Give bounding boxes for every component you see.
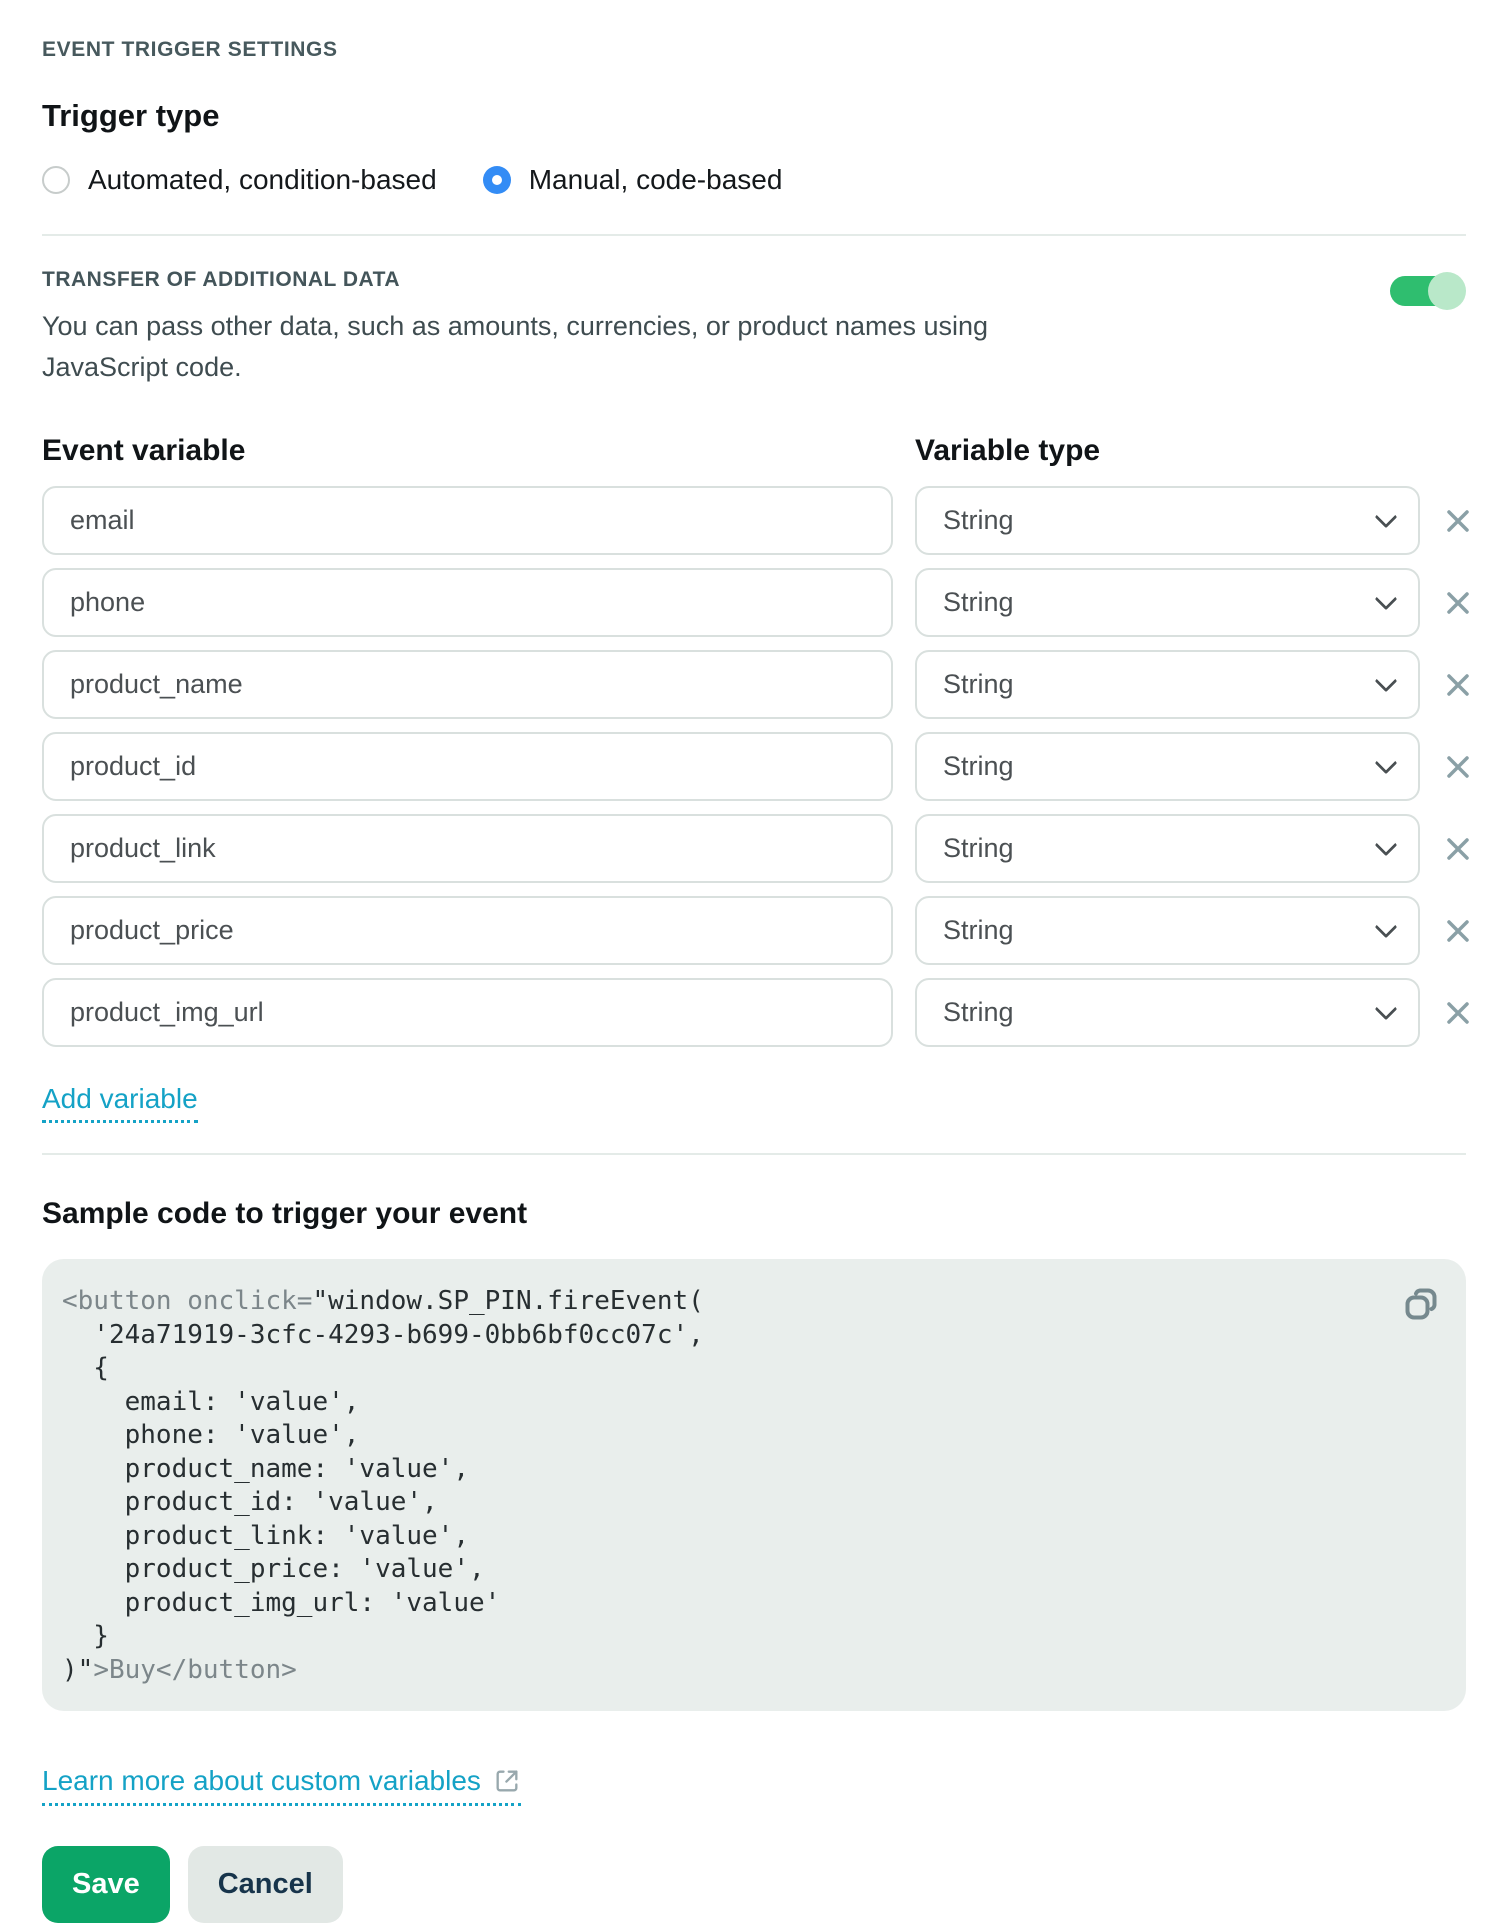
remove-variable-button[interactable] [1442,997,1474,1029]
variable-type-value: String [943,587,1014,618]
event-variable-header: Event variable [42,434,893,468]
variable-row: String [42,732,1466,801]
section-divider [42,234,1466,236]
variable-name-input[interactable] [42,896,893,965]
variable-row: String [42,650,1466,719]
copy-icon [1404,1287,1438,1321]
save-button[interactable]: Save [42,1846,170,1923]
variable-type-select[interactable]: String [915,896,1420,965]
variable-name-input[interactable] [42,814,893,883]
variable-type-select[interactable]: String [915,978,1420,1047]
remove-variable-button[interactable] [1442,505,1474,537]
learn-more-label: Learn more about custom variables [42,1765,481,1797]
variable-row: String [42,486,1466,555]
variable-type-select[interactable]: String [915,568,1420,637]
variable-type-select[interactable]: String [915,732,1420,801]
event-trigger-settings-panel: EVENT TRIGGER SETTINGS Trigger type Auto… [0,0,1508,1923]
radio-option-1[interactable]: Manual, code-based [483,164,783,196]
close-icon [1444,917,1472,945]
code-line: } [62,1620,1436,1654]
variable-type-value: String [943,669,1014,700]
transfer-description: You can pass other data, such as amounts… [42,306,1052,388]
remove-variable-button[interactable] [1442,587,1474,619]
code-line: product_name: 'value', [62,1453,1436,1487]
code-text: <button onclick="window.SP_PIN.fireEvent… [62,1285,1436,1687]
trigger-type-heading: Trigger type [42,98,1466,134]
variable-name-input[interactable] [42,568,893,637]
variables-column-headers: Event variable Variable type [42,434,1466,468]
close-icon [1444,589,1472,617]
transfer-text-block: TRANSFER OF ADDITIONAL DATA You can pass… [42,268,1052,388]
chevron-down-icon [1375,505,1398,528]
variable-type-value: String [943,915,1014,946]
code-line: )">Buy</button> [62,1654,1436,1688]
variable-name-input[interactable] [42,732,893,801]
sample-code-block: <button onclick="window.SP_PIN.fireEvent… [42,1259,1466,1711]
transfer-section-header: TRANSFER OF ADDITIONAL DATA You can pass… [42,268,1466,388]
toggle-knob [1428,272,1466,310]
close-icon [1444,753,1472,781]
code-line: product_link: 'value', [62,1520,1436,1554]
chevron-down-icon [1375,833,1398,856]
radio-selected-icon[interactable] [483,166,511,194]
radio-option-label: Automated, condition-based [88,164,437,196]
trigger-type-radio-group: Automated, condition-based Manual, code-b… [42,164,1466,196]
cancel-button[interactable]: Cancel [188,1846,343,1923]
variable-type-value: String [943,505,1014,536]
code-line: '24a71919-3cfc-4293-b699-0bb6bf0cc07c', [62,1319,1436,1353]
chevron-down-icon [1375,997,1398,1020]
variables-list: String String String String String String Stri… [42,486,1466,1047]
remove-variable-button[interactable] [1442,751,1474,783]
variable-name-input[interactable] [42,486,893,555]
remove-variable-button[interactable] [1442,833,1474,865]
chevron-down-icon [1375,751,1398,774]
remove-variable-button[interactable] [1442,669,1474,701]
add-variable-link[interactable]: Add variable [42,1083,198,1123]
variable-row: String [42,814,1466,883]
close-icon [1444,507,1472,535]
copy-code-button[interactable] [1404,1287,1438,1321]
radio-option-0[interactable]: Automated, condition-based [42,164,437,196]
learn-more-link[interactable]: Learn more about custom variables [42,1765,521,1806]
code-line: phone: 'value', [62,1419,1436,1453]
variable-type-select[interactable]: String [915,486,1420,555]
radio-unselected-icon[interactable] [42,166,70,194]
chevron-down-icon [1375,915,1398,938]
section-label: EVENT TRIGGER SETTINGS [42,38,1466,62]
radio-option-label: Manual, code-based [529,164,783,196]
code-line: product_id: 'value', [62,1486,1436,1520]
chevron-down-icon [1375,587,1398,610]
code-line: { [62,1352,1436,1386]
close-icon [1444,835,1472,863]
variable-name-input[interactable] [42,978,893,1047]
external-link-icon [493,1767,521,1795]
remove-variable-button[interactable] [1442,915,1474,947]
code-line: product_img_url: 'value' [62,1587,1436,1621]
additional-data-toggle[interactable] [1390,276,1464,306]
transfer-section-label: TRANSFER OF ADDITIONAL DATA [42,268,1052,292]
chevron-down-icon [1375,669,1398,692]
variable-type-value: String [943,833,1014,864]
variable-type-select[interactable]: String [915,814,1420,883]
variable-name-input[interactable] [42,650,893,719]
variable-type-value: String [943,751,1014,782]
sample-code-heading: Sample code to trigger your event [42,1197,1466,1231]
close-icon [1444,999,1472,1027]
code-line: product_price: 'value', [62,1553,1436,1587]
code-line: email: 'value', [62,1386,1436,1420]
variable-type-select[interactable]: String [915,650,1420,719]
variable-row: String [42,568,1466,637]
code-line: <button onclick="window.SP_PIN.fireEvent… [62,1285,1436,1319]
section-divider [42,1153,1466,1155]
variable-type-header: Variable type [915,434,1420,468]
form-actions: Save Cancel [42,1846,1466,1923]
variable-type-value: String [943,997,1014,1028]
variable-row: String [42,896,1466,965]
close-icon [1444,671,1472,699]
variable-row: String [42,978,1466,1047]
